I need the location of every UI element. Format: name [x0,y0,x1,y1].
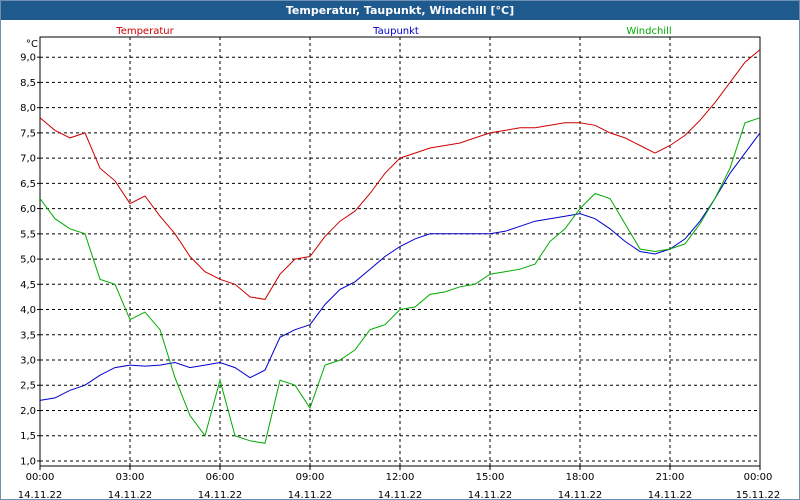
x-tick-time: 21:00 [656,472,685,483]
y-tick-label: 3,5 [20,330,36,341]
y-tick-label: 1,5 [20,431,36,442]
x-tick-date: 15.11.22 [736,490,781,500]
x-tick-date: 14.11.22 [558,490,603,500]
chart-plot: 1,0 1,5 2,0 2,5 3,0 3,5 4,0 4,5 5,0 5,5 6,0 6,5 7,0 7… [18,26,781,500]
y-tick-label: 8,0 [20,103,36,114]
y-axis-label: °C [26,39,38,50]
legend-taupunkt: Taupunkt [372,26,419,37]
y-tick-label: 5,5 [20,229,36,240]
y-tick-label: 6,0 [20,204,36,215]
y-tick-label: 1,0 [20,456,36,467]
x-tick-date: 14.11.22 [648,490,693,500]
y-tick-label: 6,5 [20,179,36,190]
y-tick-label: 5,0 [20,255,36,266]
y-tick-label: 2,5 [20,381,36,392]
x-tick-time: 03:00 [116,472,145,483]
x-tick-date: 14.11.22 [378,490,423,500]
y-tick-label: 3,0 [20,356,36,367]
y-tick-label: 7,5 [20,128,36,139]
x-tick-date: 14.11.22 [18,490,63,500]
x-tick-time: 00:00 [744,472,773,483]
x-tick-time: 00:00 [26,472,55,483]
y-tick-label: 8,5 [20,78,36,89]
y-tick-label: 4,5 [20,280,36,291]
y-tick-label: 2,0 [20,406,36,417]
y-tick-label: 9,0 [20,53,36,64]
x-tick-date: 14.11.22 [468,490,513,500]
x-tick-date: 14.11.22 [198,490,243,500]
x-tick-time: 12:00 [386,472,415,483]
x-tick-time: 09:00 [296,472,325,483]
legend-windchill: Windchill [626,26,671,37]
series-line-windchill [39,117,761,444]
x-tick-time: 18:00 [566,472,595,483]
window-title: Temperatur, Taupunkt, Windchill [°C] [1,1,799,20]
x-tick-date: 14.11.22 [288,490,333,500]
legend-temperatur: Temperatur [115,26,174,37]
x-tick-date: 14.11.22 [108,490,153,500]
x-tick-time: 06:00 [206,472,235,483]
y-tick-label: 4,0 [20,305,36,316]
y-tick-label: 7,0 [20,154,36,165]
x-tick-time: 15:00 [476,472,505,483]
